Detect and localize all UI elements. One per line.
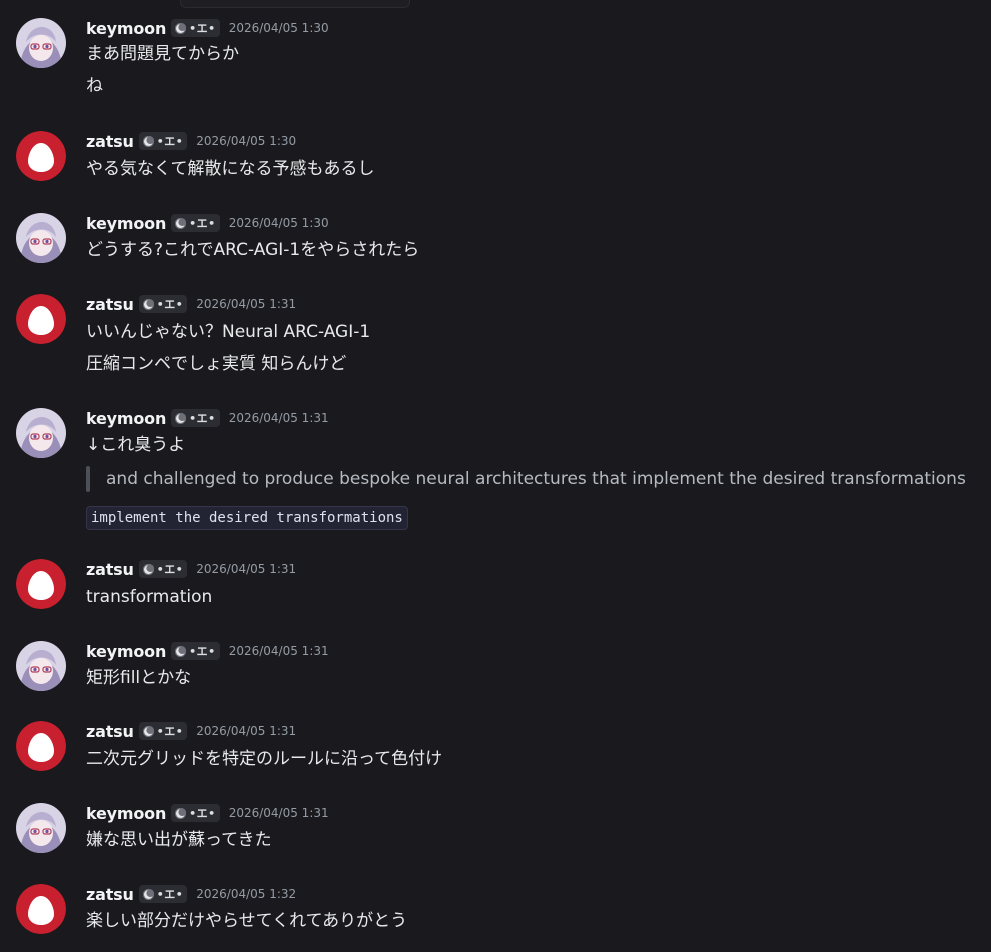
message-header: keymoon •エ• 2026/04/05 1:31 (86, 802, 329, 824)
message-header: zatsu •エ• 2026/04/05 1:31 (86, 558, 296, 580)
tag-label: •エ• (189, 217, 216, 230)
username[interactable]: zatsu (86, 132, 134, 151)
moon-icon (175, 645, 187, 657)
timestamp[interactable]: 2026/04/05 1:31 (229, 806, 329, 820)
avatar-keymoon-icon (16, 408, 66, 458)
tag-label: •エ• (156, 725, 184, 738)
block-quote: and challenged to produce bespoke neural… (86, 466, 966, 492)
avatar[interactable] (16, 213, 66, 263)
username[interactable]: zatsu (86, 722, 134, 741)
moon-icon (175, 217, 187, 229)
message-text: 矩形fillとかな (86, 668, 192, 688)
username[interactable]: zatsu (86, 295, 134, 314)
tag-label: •エ• (189, 807, 216, 820)
egg-avatar-icon (16, 721, 66, 771)
timestamp[interactable]: 2026/04/05 1:31 (229, 411, 329, 425)
egg-avatar-icon (16, 294, 66, 344)
moon-icon (175, 22, 187, 34)
avatar[interactable] (16, 884, 66, 934)
message-header: zatsu •エ• 2026/04/05 1:31 (86, 293, 296, 315)
tag-label: •エ• (156, 888, 184, 901)
message-text: ね (86, 76, 103, 96)
message-header: keymoon •エ• 2026/04/05 1:31 (86, 640, 329, 662)
avatar-keymoon-icon (16, 803, 66, 853)
username[interactable]: keymoon (86, 642, 166, 661)
avatar[interactable] (16, 294, 66, 344)
avatar[interactable] (16, 803, 66, 853)
username[interactable]: keymoon (86, 804, 166, 823)
message-header: keymoon •エ• 2026/04/05 1:30 (86, 17, 329, 39)
user-tag-badge[interactable]: •エ• (138, 885, 188, 903)
egg-avatar-icon (16, 559, 66, 609)
avatar[interactable] (16, 559, 66, 609)
message-header: keymoon •エ• 2026/04/05 1:31 (86, 407, 329, 429)
egg-avatar-icon (16, 884, 66, 934)
message-text: いいんじゃない？Neural ARC-AGI-1 (86, 322, 371, 342)
quote-text: and challenged to produce bespoke neural… (106, 469, 966, 489)
user-tag-badge[interactable]: •エ• (171, 409, 220, 427)
chat-message-list[interactable]: keymoon •エ• 2026/04/05 1:30 まあ問題見てからか ね … (0, 0, 991, 952)
username[interactable]: keymoon (86, 409, 166, 428)
moon-icon (142, 888, 154, 900)
moon-icon (142, 563, 154, 575)
user-tag-badge[interactable]: •エ• (138, 295, 188, 313)
user-tag-badge[interactable]: •エ• (171, 804, 220, 822)
avatar-keymoon-icon (16, 213, 66, 263)
user-tag-badge[interactable]: •エ• (138, 132, 188, 150)
avatar[interactable] (16, 131, 66, 181)
user-tag-badge[interactable]: •エ• (171, 19, 220, 37)
timestamp[interactable]: 2026/04/05 1:30 (229, 21, 329, 35)
username[interactable]: zatsu (86, 885, 134, 904)
message-header: keymoon •エ• 2026/04/05 1:30 (86, 212, 329, 234)
message-text: transformation (86, 587, 213, 607)
moon-icon (142, 298, 154, 310)
tag-label: •エ• (156, 563, 184, 576)
user-tag-badge[interactable]: •エ• (171, 642, 220, 660)
avatar[interactable] (16, 641, 66, 691)
tag-label: •エ• (189, 22, 216, 35)
avatar-keymoon-icon (16, 18, 66, 68)
message-text: ↓これ臭うよ (86, 435, 186, 455)
avatar[interactable] (16, 18, 66, 68)
username[interactable]: zatsu (86, 560, 134, 579)
message-header: zatsu •エ• 2026/04/05 1:31 (86, 720, 296, 742)
timestamp[interactable]: 2026/04/05 1:32 (196, 887, 296, 901)
timestamp[interactable]: 2026/04/05 1:31 (196, 724, 296, 738)
message-text: 圧縮コンペでしょ実質 知らんけど (86, 354, 347, 374)
tag-label: •エ• (156, 298, 184, 311)
moon-icon (142, 725, 154, 737)
tag-label: •エ• (189, 645, 216, 658)
avatar-keymoon-icon (16, 641, 66, 691)
tag-label: •エ• (156, 135, 184, 148)
timestamp[interactable]: 2026/04/05 1:31 (229, 644, 329, 658)
quote-bar (86, 466, 90, 492)
user-tag-badge[interactable]: •エ• (138, 722, 188, 740)
timestamp[interactable]: 2026/04/05 1:31 (196, 297, 296, 311)
moon-icon (175, 807, 187, 819)
message-text: どうする?これでARC-AGI-1をやらされたら (86, 240, 420, 260)
scroll-hint (180, 0, 410, 8)
message-text: 嫌な思い出が蘇ってきた (86, 830, 272, 850)
avatar[interactable] (16, 408, 66, 458)
moon-icon (142, 135, 154, 147)
timestamp[interactable]: 2026/04/05 1:30 (196, 134, 296, 148)
message-text: まあ問題見てからか (86, 44, 239, 64)
user-tag-badge[interactable]: •エ• (171, 214, 220, 232)
message-text: 楽しい部分だけやらせてくれてありがとう (86, 911, 408, 931)
moon-icon (175, 412, 187, 424)
tag-label: •エ• (189, 412, 216, 425)
username[interactable]: keymoon (86, 19, 166, 38)
message-text: 二次元グリッドを特定のルールに沿って色付け (86, 749, 443, 769)
inline-code: implement the desired transformations (86, 506, 408, 530)
avatar[interactable] (16, 721, 66, 771)
message-text: やる気なくて解散になる予感もあるし (86, 159, 375, 179)
message-header: zatsu •エ• 2026/04/05 1:30 (86, 130, 296, 152)
egg-avatar-icon (16, 131, 66, 181)
message-header: zatsu •エ• 2026/04/05 1:32 (86, 883, 296, 905)
user-tag-badge[interactable]: •エ• (138, 560, 188, 578)
username[interactable]: keymoon (86, 214, 166, 233)
timestamp[interactable]: 2026/04/05 1:31 (196, 562, 296, 576)
timestamp[interactable]: 2026/04/05 1:30 (229, 216, 329, 230)
